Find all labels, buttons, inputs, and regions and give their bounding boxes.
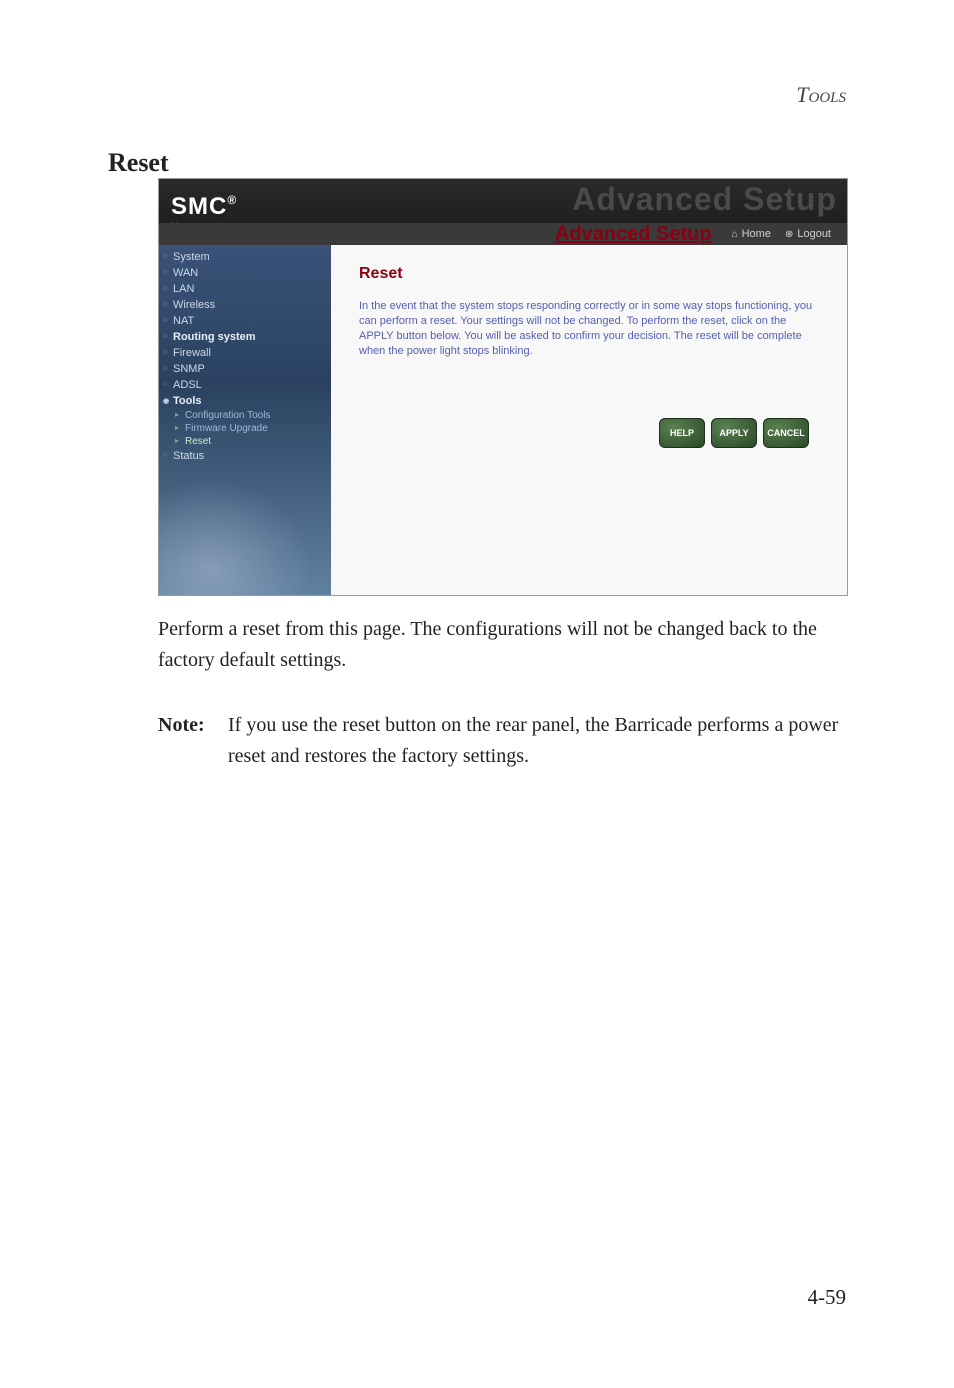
- note-block: Note: If you use the reset button on the…: [158, 710, 848, 772]
- logo-reg: ®: [227, 193, 237, 207]
- sidebar-item-system[interactable]: System: [159, 249, 331, 265]
- apply-button[interactable]: APPLY: [711, 418, 757, 448]
- sidebar-item-lan[interactable]: LAN: [159, 281, 331, 297]
- header-bg-text: Advanced Setup: [572, 181, 837, 218]
- sidebar-item-routing[interactable]: Routing system: [159, 329, 331, 345]
- home-icon: ⌂: [732, 229, 738, 240]
- sidebar-decorative-image: [159, 465, 331, 595]
- section-title: Reset: [108, 148, 169, 178]
- home-link[interactable]: Home: [742, 228, 771, 240]
- cancel-button[interactable]: CANCEL: [763, 418, 809, 448]
- page-number: 4-59: [808, 1285, 847, 1310]
- sidebar: System WAN LAN Wireless NAT Routing syst…: [159, 245, 331, 595]
- content-title: Reset: [359, 265, 819, 283]
- header-bottom-bar: Advanced Setup ⌂ Home ⊗ Logout: [159, 223, 847, 245]
- sidebar-item-adsl[interactable]: ADSL: [159, 377, 331, 393]
- sidebar-sub-firmware[interactable]: Firmware Upgrade: [159, 422, 331, 435]
- sidebar-item-nat[interactable]: NAT: [159, 313, 331, 329]
- logo-text: SMC: [171, 193, 227, 220]
- sidebar-sub-reset[interactable]: Reset: [159, 435, 331, 448]
- paragraph-1: Perform a reset from this page. The conf…: [158, 614, 848, 676]
- screenshot-body: System WAN LAN Wireless NAT Routing syst…: [159, 245, 847, 595]
- sidebar-item-tools[interactable]: Tools: [159, 393, 331, 409]
- sidebar-item-snmp[interactable]: SNMP: [159, 361, 331, 377]
- help-button[interactable]: HELP: [659, 418, 705, 448]
- sidebar-sub-config-tools[interactable]: Configuration Tools: [159, 409, 331, 422]
- content-description: In the event that the system stops respo…: [359, 299, 819, 358]
- sidebar-item-wireless[interactable]: Wireless: [159, 297, 331, 313]
- sidebar-item-firewall[interactable]: Firewall: [159, 345, 331, 361]
- advanced-setup-title: Advanced Setup: [555, 223, 712, 246]
- screenshot-header: SMC® Networks Advanced Setup Advanced Se…: [159, 179, 847, 245]
- button-row: HELP APPLY CANCEL: [359, 418, 809, 448]
- page-header: Tools: [796, 82, 846, 108]
- content-panel: Reset In the event that the system stops…: [331, 245, 847, 595]
- sidebar-item-status[interactable]: Status: [159, 448, 331, 464]
- sidebar-item-wan[interactable]: WAN: [159, 265, 331, 281]
- note-text: If you use the reset button on the rear …: [228, 710, 848, 772]
- note-label: Note:: [158, 710, 228, 772]
- logout-icon: ⊗: [785, 229, 793, 240]
- router-screenshot: SMC® Networks Advanced Setup Advanced Se…: [158, 178, 848, 596]
- logout-link[interactable]: Logout: [797, 228, 831, 240]
